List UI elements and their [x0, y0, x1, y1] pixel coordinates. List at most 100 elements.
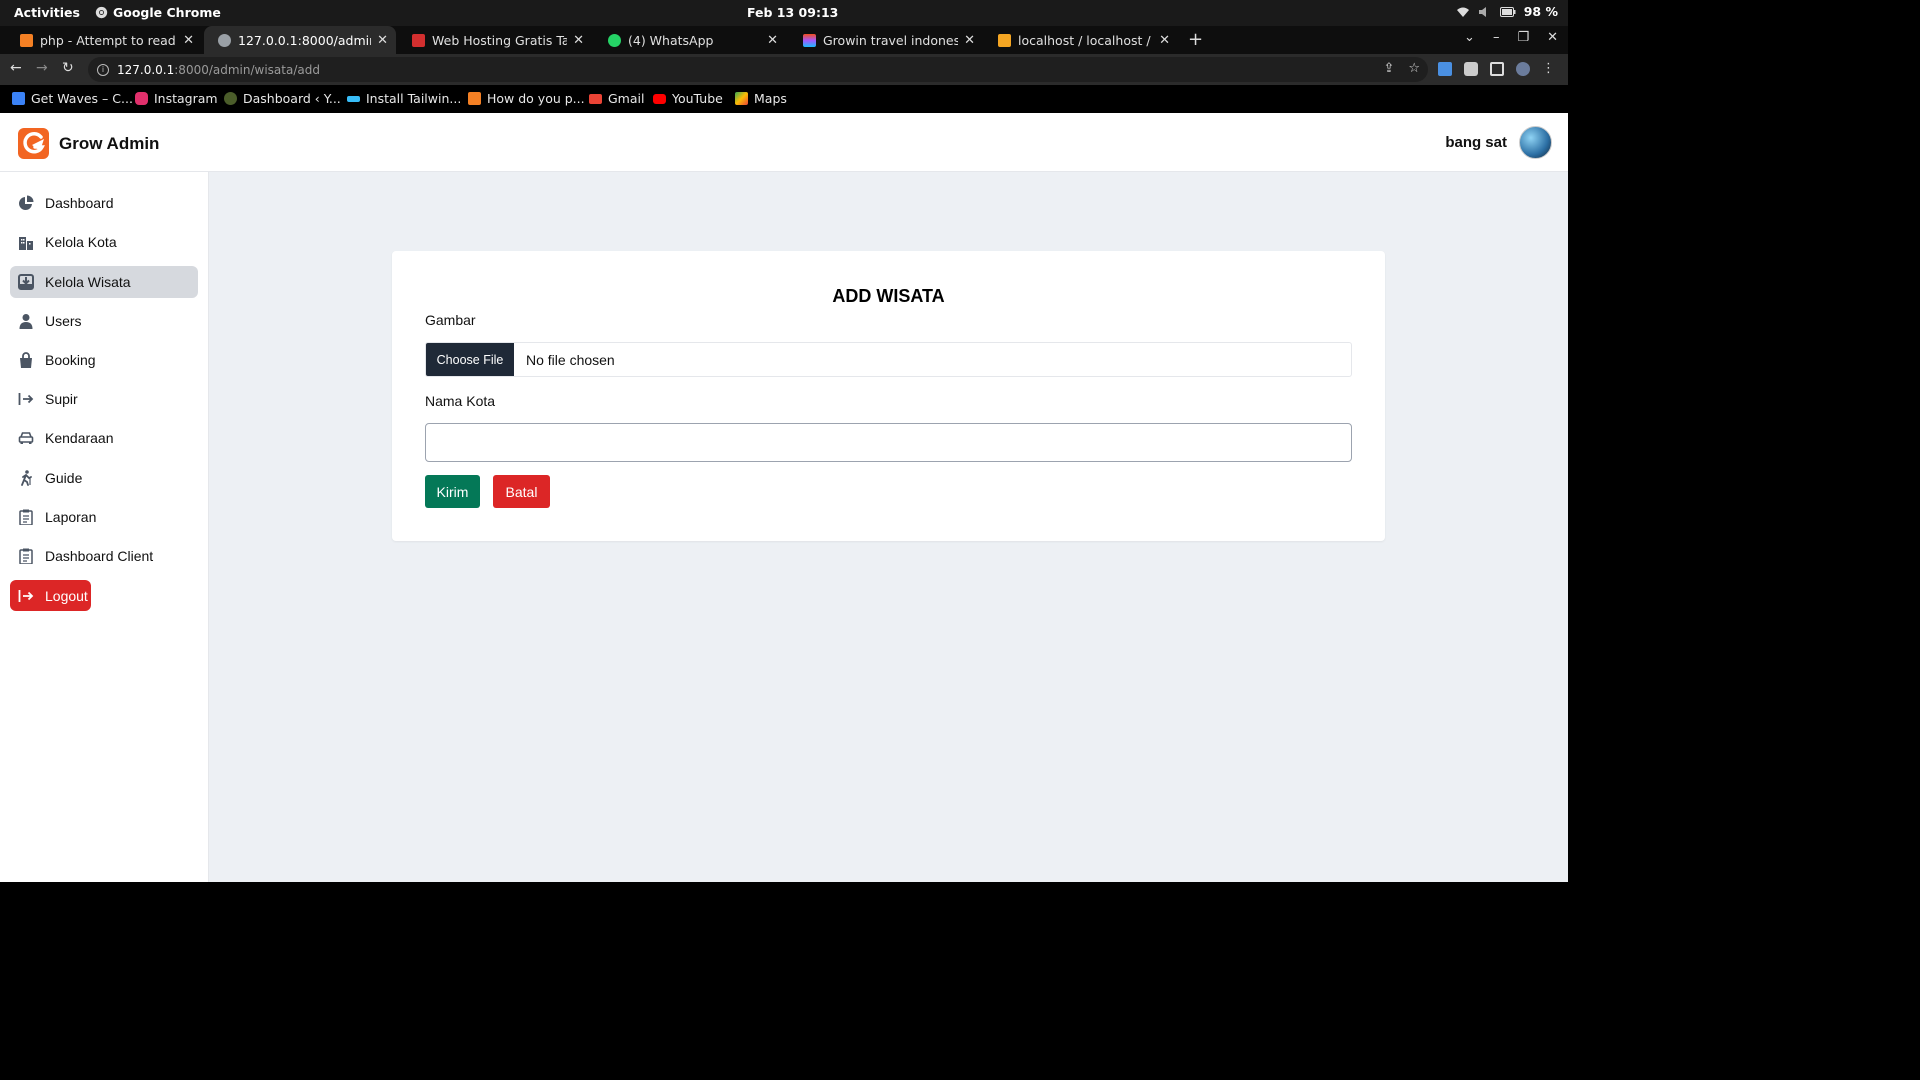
bookmark-label: YouTube: [672, 91, 723, 106]
cancel-button[interactable]: Batal: [493, 475, 550, 508]
minimize-icon[interactable]: –: [1493, 30, 1500, 45]
browser-tab-active[interactable]: 127.0.0.1:8000/admin/wis ✕: [204, 26, 396, 54]
close-tab-icon[interactable]: ✕: [767, 33, 778, 48]
walking-person-icon: [18, 470, 34, 486]
browser-tab[interactable]: Growin travel indonesia – ✕: [789, 26, 983, 54]
sidebar-item-label: Laporan: [45, 509, 97, 525]
bookmark-star-icon[interactable]: ☆: [1408, 61, 1420, 76]
close-tab-icon[interactable]: ✕: [964, 33, 975, 48]
browser-tab[interactable]: (4) WhatsApp ✕: [594, 26, 786, 54]
bookmark-item[interactable]: Maps: [735, 91, 787, 106]
choose-file-button[interactable]: Choose File: [426, 343, 514, 376]
sidebar-item-guide[interactable]: Guide: [10, 462, 198, 494]
activities-button[interactable]: Activities: [14, 5, 80, 20]
tab-search-icon[interactable]: ⌄: [1464, 30, 1475, 45]
brand[interactable]: Grow Admin: [18, 128, 159, 159]
app-menu[interactable]: Google Chrome: [95, 5, 221, 20]
sidebar-item-laporan[interactable]: Laporan: [10, 501, 198, 533]
web-page: Grow Admin bang sat Dashboard Kelola Kot…: [0, 113, 1568, 882]
sidebar-item-label: Dashboard Client: [45, 548, 154, 564]
nama-kota-input[interactable]: [425, 423, 1352, 462]
browser-tab[interactable]: localhost / localhost / trav ✕: [984, 26, 1178, 54]
pie-chart-icon: [18, 195, 34, 211]
reload-icon[interactable]: ↻: [62, 60, 74, 76]
forward-icon[interactable]: →: [36, 60, 48, 76]
close-tab-icon[interactable]: ✕: [1159, 33, 1170, 48]
globe-icon: [218, 33, 231, 47]
browser-menu-icon[interactable]: ⋮: [1542, 61, 1555, 76]
share-icon[interactable]: ⇪: [1383, 61, 1394, 76]
sidebar-item-kelola-wisata[interactable]: Kelola Wisata: [10, 266, 198, 298]
tab-title: localhost / localhost / trav: [1018, 32, 1153, 48]
bookmark-item[interactable]: How do you p...: [468, 91, 585, 106]
sidebar-item-booking[interactable]: Booking: [10, 344, 198, 376]
sidebar-item-kendaraan[interactable]: Kendaraan: [10, 422, 198, 454]
restore-icon[interactable]: ❐: [1517, 30, 1529, 45]
browser-tab[interactable]: Web Hosting Gratis Tanpa ✕: [398, 26, 592, 54]
car-icon: [18, 430, 34, 446]
bookmark-item[interactable]: Gmail: [589, 91, 644, 106]
back-icon[interactable]: ←: [10, 60, 22, 76]
sidebar-item-dashboard[interactable]: Dashboard: [10, 187, 198, 219]
document-extension-icon[interactable]: [1438, 61, 1452, 76]
sidebar-item-label: Kelola Wisata: [45, 274, 131, 290]
site-info-icon[interactable]: i: [97, 63, 109, 76]
file-status-text: No file chosen: [526, 351, 615, 368]
bookmark-label: Get Waves – C...: [31, 91, 133, 106]
tab-title: Web Hosting Gratis Tanpa: [432, 32, 568, 48]
sidebar-item-label: Booking: [45, 352, 96, 368]
tab-title: php - Attempt to read prop: [40, 32, 177, 48]
browser-tab[interactable]: php - Attempt to read prop ✕: [6, 26, 202, 54]
new-tab-icon[interactable]: +: [1188, 29, 1203, 50]
gmail-icon: [589, 93, 602, 104]
url-path: :8000/admin/wisata/add: [174, 62, 320, 77]
tab-title: Growin travel indonesia –: [823, 32, 959, 48]
address-bar[interactable]: i 127.0.0.1:8000/admin/wisata/add ⇪ ☆: [88, 57, 1428, 82]
bookmark-item[interactable]: Install Tailwin...: [347, 91, 461, 106]
logout-label: Logout: [45, 587, 88, 604]
sidebar-item-label: Kendaraan: [45, 430, 114, 446]
dashboard-icon: [224, 92, 237, 105]
logout-button[interactable]: Logout: [10, 580, 91, 611]
avatar[interactable]: [1519, 126, 1552, 159]
profile-avatar-icon[interactable]: [1516, 61, 1530, 76]
building-icon: [18, 234, 34, 250]
close-tab-icon[interactable]: ✕: [183, 33, 194, 48]
maps-icon: [735, 92, 748, 105]
page-title: ADD WISATA: [832, 286, 945, 306]
youtube-icon: [653, 93, 666, 104]
bookmark-item[interactable]: YouTube: [653, 91, 723, 106]
extensions-area: ⋮: [1438, 61, 1555, 76]
user-name: bang sat: [1445, 134, 1507, 151]
sidebar-item-kelola-kota[interactable]: Kelola Kota: [10, 226, 198, 258]
stackoverflow-icon: [468, 92, 481, 105]
close-tab-icon[interactable]: ✕: [377, 33, 388, 48]
bookmark-item[interactable]: Dashboard ‹ Y...: [224, 91, 341, 106]
user-menu[interactable]: bang sat: [1445, 126, 1552, 159]
bookmark-item[interactable]: Get Waves – C...: [12, 91, 133, 106]
sidebar-item-supir[interactable]: Supir: [10, 383, 198, 415]
app-header: Grow Admin bang sat: [0, 113, 1568, 172]
submit-button[interactable]: Kirim: [425, 475, 480, 508]
sidebar-item-dashboard-client[interactable]: Dashboard Client: [10, 540, 198, 572]
sidebar-item-users[interactable]: Users: [10, 305, 198, 337]
window-controls: ⌄ – ❐ ✕: [1464, 30, 1558, 45]
system-tray[interactable]: 98 %: [1456, 4, 1558, 19]
battery-icon: [1499, 6, 1516, 17]
whatsapp-icon: [608, 33, 621, 47]
sidebar-item-label: Guide: [45, 470, 83, 486]
app-name: Google Chrome: [113, 5, 221, 20]
close-tab-icon[interactable]: ✕: [573, 33, 584, 48]
waves-icon: [12, 92, 25, 105]
sidebar-item-label: Users: [45, 313, 82, 329]
user-icon: [18, 313, 34, 329]
close-window-icon[interactable]: ✕: [1547, 30, 1558, 45]
figma-icon: [803, 33, 816, 47]
logout-icon: [18, 588, 34, 604]
inbox-download-icon: [18, 274, 34, 290]
file-input[interactable]: Choose File No file chosen: [425, 342, 1352, 377]
side-panel-icon[interactable]: [1490, 61, 1504, 76]
clock[interactable]: Feb 13 09:13: [747, 5, 838, 20]
bookmark-item[interactable]: Instagram: [135, 91, 218, 106]
puzzle-extensions-icon[interactable]: [1464, 61, 1478, 76]
